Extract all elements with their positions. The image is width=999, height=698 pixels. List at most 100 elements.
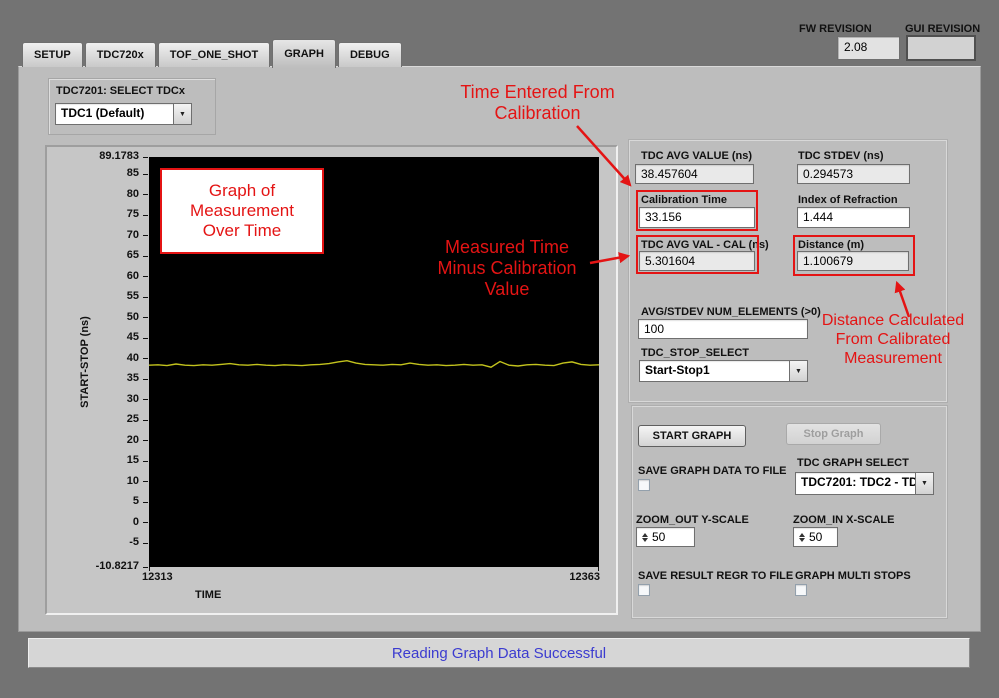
y-tick-label: 40 [47,352,139,364]
y-tick-mark [143,399,148,400]
tdc-avg-label: TDC AVG VALUE (ns) [641,150,752,162]
y-tick-mark [143,420,148,421]
y-tick-mark [143,522,148,523]
y-tick-label: 35 [47,372,139,384]
increment-decrement-icon[interactable] [799,533,805,542]
avg-minus-cal-highlight [636,235,759,274]
save-result-checkbox[interactable] [638,584,650,596]
zoom-in-label: ZOOM_IN X-SCALE [793,514,894,526]
y-tick-label: 70 [47,229,139,241]
refraction-input[interactable]: 1.444 [797,207,910,228]
save-result-label: SAVE RESULT REGR TO FILE [638,570,793,582]
multi-stops-checkbox[interactable] [795,584,807,596]
y-tick-mark [143,440,148,441]
waveform-graph: 89.1783858075706560555045403530252015105… [45,145,618,615]
stop-select-dropdown[interactable]: Start-Stop1 ▼ [639,360,808,382]
y-tick-label: 15 [47,454,139,466]
graph-annotation-text: Graph of Measurement Over Time [190,181,294,241]
y-tick-mark [143,317,148,318]
distance-highlight [793,235,915,276]
y-tick-label: 50 [47,311,139,323]
tdc-select-dropdown[interactable]: TDC1 (Default) ▼ [55,103,192,125]
graph-select-value: TDC7201: TDC2 - TDC1 [796,473,915,494]
stop-select-value: Start-Stop1 [640,361,789,381]
y-tick-mark [143,379,148,380]
annotation-measured-time: Measured Time Minus Calibration Value [398,237,616,301]
y-tick-mark [143,338,148,339]
annotation-time-entered: Time Entered From Calibration [420,82,655,124]
y-tick-label: 30 [47,393,139,405]
y-tick-mark [143,276,148,277]
tab-tdc720x[interactable]: TDC720x [85,42,156,67]
y-tick-label: 55 [47,290,139,302]
tab-bar: SETUP TDC720x TOF_ONE_SHOT GRAPH DEBUG [22,39,402,67]
save-graph-checkbox[interactable] [638,479,650,491]
y-tick-label: 65 [47,249,139,261]
zoom-in-value: 50 [809,530,822,544]
y-tick-label: 85 [47,167,139,179]
dropdown-arrow-icon[interactable]: ▼ [173,104,191,124]
tdc-select-value: TDC1 (Default) [56,104,173,124]
y-tick-label: 75 [47,208,139,220]
y-tick-mark [143,297,148,298]
status-bar: Reading Graph Data Successful [28,638,970,668]
y-tick-mark [143,215,148,216]
y-tick-label: 60 [47,270,139,282]
num-elements-label: AVG/STDEV NUM_ELEMENTS (>0) [641,306,821,318]
refraction-label: Index of Refraction [798,194,898,206]
y-tick-mark [143,502,148,503]
graph-select-label: TDC GRAPH SELECT [797,457,909,469]
y-tick-label: 45 [47,331,139,343]
annotation-distance: Distance Calculated From Calibrated Meas… [808,312,978,369]
y-tick-mark [143,194,148,195]
y-tick-mark [143,256,148,257]
y-tick-label: 5 [47,495,139,507]
dropdown-arrow-icon[interactable]: ▼ [915,473,933,494]
graph-select-dropdown[interactable]: TDC7201: TDC2 - TDC1 ▼ [795,472,934,495]
zoom-out-input[interactable]: 50 [636,527,695,547]
tab-debug[interactable]: DEBUG [338,42,402,67]
graph-annotation-box: Graph of Measurement Over Time [160,168,324,254]
y-tick-mark [143,235,148,236]
x-tickmark-min [149,567,150,571]
tdc7201-evm-window: FW REVISION GUI REVISION 2.08 SETUP TDC7… [0,0,999,698]
multi-stops-label: GRAPH MULTI STOPS [795,570,911,582]
y-tick-mark [143,461,148,462]
start-graph-button[interactable]: START GRAPH [638,425,746,447]
fw-revision-label: FW REVISION [799,23,872,35]
x-tick-min: 12313 [142,571,173,583]
increment-decrement-icon[interactable] [642,533,648,542]
status-message: Reading Graph Data Successful [392,645,606,662]
y-tick-mark [143,157,148,158]
x-tickmark-max [598,567,599,571]
zoom-out-value: 50 [652,530,665,544]
stop-select-label: TDC_STOP_SELECT [641,347,749,359]
fw-revision-field: 2.08 [837,36,900,60]
gui-revision-field [906,35,976,61]
y-axis: 89.1783858075706560555045403530252015105… [47,147,149,617]
y-tick-label: 80 [47,188,139,200]
x-axis-title: TIME [195,589,221,601]
tdc-stdev-label: TDC STDEV (ns) [798,150,884,162]
x-tick-max: 12363 [555,571,600,583]
y-tick-label: -5 [47,536,139,548]
y-tick-label: 10 [47,475,139,487]
y-tick-mark [143,543,148,544]
dropdown-arrow-icon[interactable]: ▼ [789,361,807,381]
calibration-time-highlight [636,190,758,231]
zoom-in-input[interactable]: 50 [793,527,838,547]
zoom-out-label: ZOOM_OUT Y-SCALE [636,514,749,526]
num-elements-input[interactable]: 100 [638,319,808,339]
tab-graph[interactable]: GRAPH [272,39,336,68]
tdc-avg-field: 38.457604 [635,164,754,184]
tab-setup[interactable]: SETUP [22,42,83,67]
y-tick-mark [143,567,148,568]
stop-graph-button[interactable]: Stop Graph [786,423,881,445]
y-tick-label: -10.8217 [47,560,139,572]
tab-tof-one-shot[interactable]: TOF_ONE_SHOT [158,42,270,67]
y-axis-title: START-STOP (ns) [79,287,91,437]
tdc-select-label: TDC7201: SELECT TDCx [56,85,185,97]
gui-revision-label: GUI REVISION [905,23,980,35]
save-graph-label: SAVE GRAPH DATA TO FILE [638,465,787,477]
y-tick-label: 20 [47,434,139,446]
